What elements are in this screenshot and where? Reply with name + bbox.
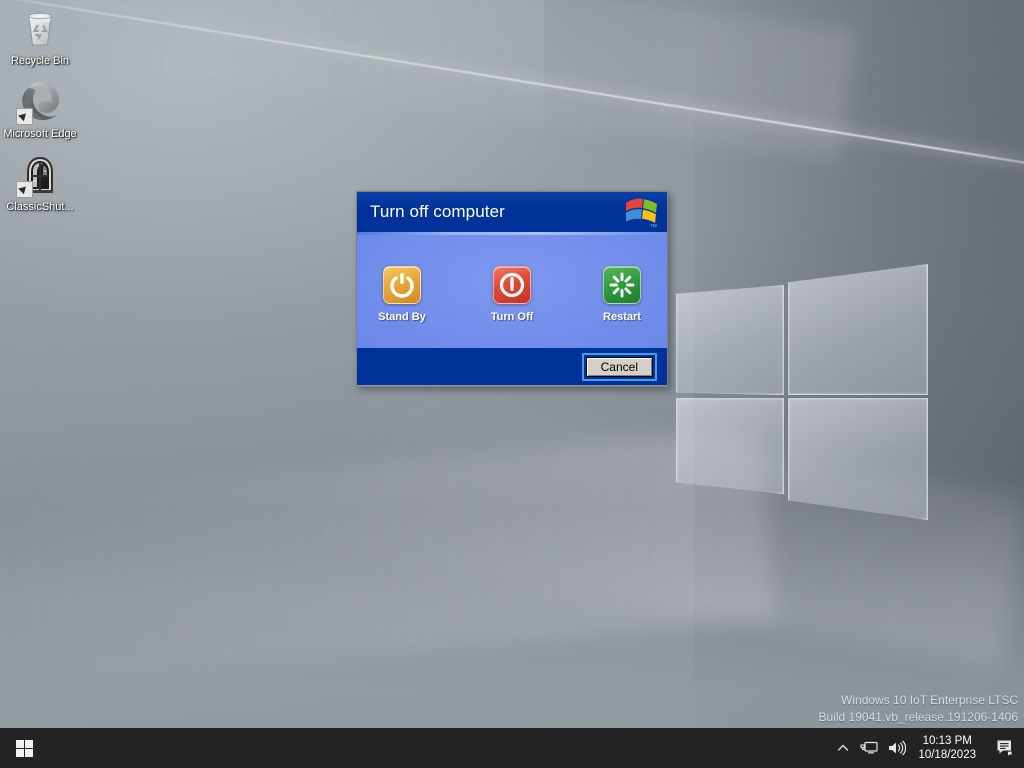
wallpaper-windows-logo	[672, 250, 934, 520]
microsoft-edge-icon	[16, 77, 64, 125]
standby-label: Stand By	[378, 311, 426, 323]
shortcut-overlay-icon	[16, 181, 33, 198]
trademark-symbol: ™	[650, 224, 657, 231]
taskbar: 10:13 PM 10/18/2023	[0, 728, 1024, 768]
watermark-line-2: Build 19041.vb_release.191206-1406	[818, 710, 1019, 724]
windows-xp-flag-icon: ™	[623, 196, 659, 231]
restart-starburst-icon[interactable]	[603, 266, 641, 304]
cancel-button[interactable]: Cancel	[585, 356, 653, 377]
desktop-icon-microsoft-edge[interactable]: Microsoft Edge	[0, 77, 80, 140]
wallpaper-pane-top-left	[676, 285, 784, 395]
standby-option[interactable]: Stand By	[367, 266, 437, 323]
clock-time: 10:13 PM	[922, 735, 972, 747]
desktop-icon-label: Microsoft Edge	[3, 128, 77, 140]
taskbar-clock[interactable]: 10:13 PM 10/18/2023	[910, 728, 986, 768]
wallpaper-pane-bottom-right	[788, 398, 928, 520]
restart-label: Restart	[603, 311, 641, 323]
desktop-icon-label: Recycle Bin	[10, 55, 70, 67]
cancel-focus-ring: Cancel	[581, 352, 657, 381]
volume-icon[interactable]	[882, 728, 910, 768]
wallpaper-pane-bottom-left	[676, 398, 784, 494]
dialog-footer: Cancel	[357, 348, 667, 385]
desktop-icon-classicshutdown[interactable]: ClassicShut...	[0, 150, 80, 213]
dialog-titlebar: Turn off computer ™	[357, 192, 667, 232]
show-hidden-icons-button[interactable]	[830, 728, 856, 768]
recycle-bin-icon	[16, 4, 64, 52]
classic-shutdown-icon	[16, 150, 64, 198]
restart-option[interactable]: Restart	[587, 266, 657, 323]
turn-off-computer-dialog: Turn off computer ™ Stand By Turn Off Re…	[356, 191, 668, 387]
clock-date: 10/18/2023	[918, 749, 976, 761]
shortcut-overlay-icon	[16, 108, 33, 125]
action-center-button[interactable]	[986, 728, 1024, 768]
watermark-line-1: Windows 10 IoT Enterprise LTSC	[841, 693, 1018, 707]
desktop-icon-recycle-bin[interactable]: Recycle Bin	[0, 4, 80, 67]
dialog-title: Turn off computer	[370, 202, 505, 221]
turn-off-label: Turn Off	[490, 311, 534, 323]
start-button[interactable]	[0, 728, 48, 768]
desktop-icon-list: Recycle Bin Microsoft Edge ClassicShut..…	[0, 4, 80, 223]
dialog-options-panel: Stand By Turn Off Restart	[357, 235, 667, 348]
desktop-screen: Recycle Bin Microsoft Edge ClassicShut..…	[0, 0, 1024, 768]
system-tray: 10:13 PM 10/18/2023	[830, 728, 1024, 768]
turn-off-option[interactable]: Turn Off	[477, 266, 547, 323]
turn-off-power-icon[interactable]	[493, 266, 531, 304]
desktop-icon-label: ClassicShut...	[6, 201, 74, 213]
network-icon[interactable]	[856, 728, 882, 768]
standby-power-icon[interactable]	[383, 266, 421, 304]
windows-logo-icon	[15, 739, 33, 757]
wallpaper-pane-top-right	[788, 264, 928, 395]
windows-activation-watermark: Windows 10 IoT Enterprise LTSC Build 190…	[819, 692, 1019, 726]
